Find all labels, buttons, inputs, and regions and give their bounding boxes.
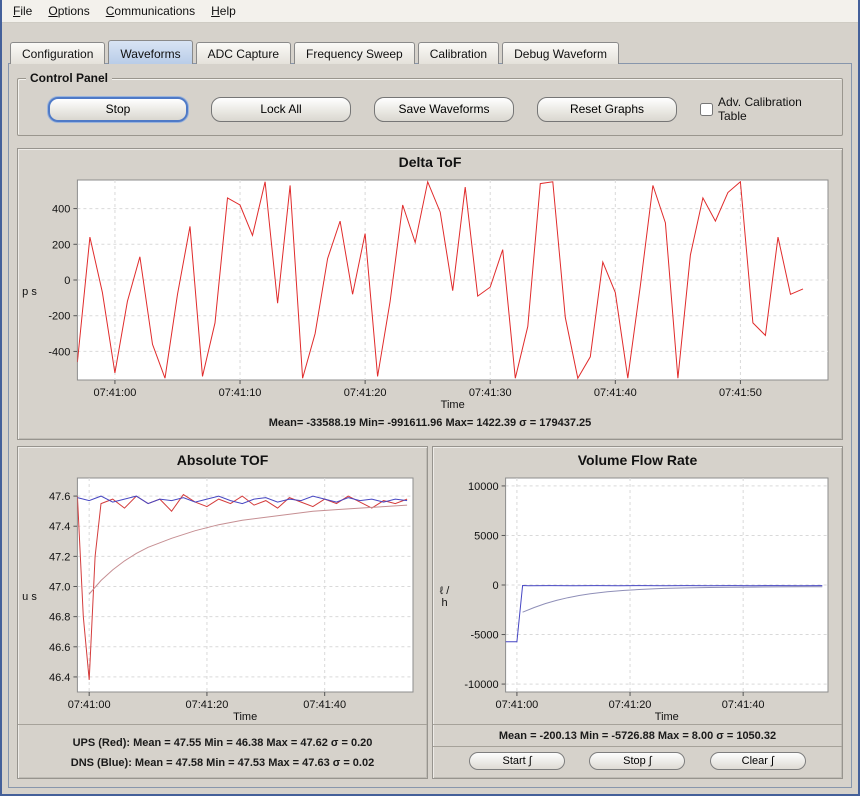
delta-tof-chart-row: p s 400 200 0 -200 -400 07:41:00 07:41:10 07:41… bbox=[18, 172, 842, 412]
volume-flow-rate-panel: Volume Flow Rate ℓ / h 10000 5000 0 -5000 -1… bbox=[432, 446, 843, 779]
integrator-stop-button[interactable]: Stop ∫ bbox=[589, 752, 685, 770]
delta-tof-panel: Delta ToF p s 400 200 0 -200 -400 07:41:00 07:… bbox=[17, 148, 843, 440]
svg-text:47.2: 47.2 bbox=[49, 551, 70, 563]
svg-text:46.8: 46.8 bbox=[49, 612, 70, 624]
app-window: File Options Communications Help Configu… bbox=[0, 0, 860, 796]
svg-text:Time: Time bbox=[441, 399, 465, 411]
svg-text:10000: 10000 bbox=[468, 481, 499, 493]
control-panel-title: Control Panel bbox=[26, 71, 112, 85]
svg-text:47.4: 47.4 bbox=[49, 521, 70, 533]
svg-text:47.0: 47.0 bbox=[49, 582, 70, 594]
absolute-tof-chart: 47.6 47.4 47.2 47.0 46.8 46.6 46.4 07:41:00 07:4… bbox=[37, 470, 423, 724]
absolute-tof-panel: Absolute TOF u s 47.6 47.4 47.2 47.0 46.8 46.… bbox=[17, 446, 428, 779]
control-panel-row: Stop Lock All Save Waveforms Reset Graph… bbox=[32, 95, 828, 123]
absolute-tof-chart-row: u s 47.6 47.4 47.2 47.0 46.8 46.6 46.4 07:41:00… bbox=[18, 470, 427, 724]
reset-graphs-button[interactable]: Reset Graphs bbox=[537, 97, 677, 122]
menu-options[interactable]: Options bbox=[40, 1, 97, 21]
svg-text:-5000: -5000 bbox=[470, 630, 498, 642]
tab-configuration[interactable]: Configuration bbox=[10, 42, 105, 64]
flow-stats: Mean = -200.13 Min = -5726.88 Max = 8.00… bbox=[433, 730, 842, 742]
stop-button[interactable]: Stop bbox=[48, 97, 188, 122]
svg-text:Time: Time bbox=[655, 711, 679, 723]
flow-stats-block: Mean = -200.13 Min = -5726.88 Max = 8.00… bbox=[433, 724, 842, 746]
menu-bar: File Options Communications Help bbox=[2, 0, 858, 23]
tab-waveforms[interactable]: Waveforms bbox=[108, 40, 192, 64]
svg-text:Time: Time bbox=[233, 711, 257, 723]
save-waveforms-button[interactable]: Save Waveforms bbox=[374, 97, 514, 122]
delta-tof-y-axis-label: p s bbox=[22, 172, 37, 412]
svg-text:0: 0 bbox=[492, 580, 498, 592]
svg-text:07:41:00: 07:41:00 bbox=[68, 699, 111, 711]
svg-text:07:41:20: 07:41:20 bbox=[344, 387, 387, 399]
svg-text:07:41:40: 07:41:40 bbox=[722, 699, 765, 711]
svg-text:07:41:40: 07:41:40 bbox=[594, 387, 637, 399]
svg-text:47.6: 47.6 bbox=[49, 491, 70, 503]
lock-all-button[interactable]: Lock All bbox=[211, 97, 351, 122]
absolute-tof-stats-block: UPS (Red): Mean = 47.55 Min = 46.38 Max … bbox=[18, 724, 427, 783]
svg-text:400: 400 bbox=[52, 204, 70, 216]
menu-file[interactable]: File bbox=[5, 1, 40, 21]
menu-communications[interactable]: Communications bbox=[98, 1, 203, 21]
svg-text:46.4: 46.4 bbox=[49, 672, 70, 684]
bottom-charts-row: Absolute TOF u s 47.6 47.4 47.2 47.0 46.8 46.… bbox=[17, 446, 843, 779]
delta-tof-chart: 400 200 0 -200 -400 07:41:00 07:41:10 07:41:20 0… bbox=[37, 172, 838, 412]
volume-flow-rate-chart: 10000 5000 0 -5000 -10000 07:41:00 07:41:20 07:… bbox=[452, 470, 838, 724]
tab-debug-waveform[interactable]: Debug Waveform bbox=[502, 42, 619, 64]
svg-text:07:41:50: 07:41:50 bbox=[719, 387, 762, 399]
integrator-clear-button[interactable]: Clear ∫ bbox=[710, 752, 806, 770]
svg-text:0: 0 bbox=[64, 275, 70, 287]
svg-text:07:41:00: 07:41:00 bbox=[495, 699, 538, 711]
absolute-tof-y-axis-label: u s bbox=[22, 470, 37, 724]
waveforms-tab-content: Control Panel Stop Lock All Save Wavefor… bbox=[8, 63, 852, 788]
svg-text:07:41:00: 07:41:00 bbox=[94, 387, 137, 399]
integrator-start-button[interactable]: Start ∫ bbox=[469, 752, 565, 770]
adv-calibration-checkbox[interactable] bbox=[700, 103, 713, 116]
volume-flow-rate-chart-title: Volume Flow Rate bbox=[433, 447, 842, 470]
svg-text:200: 200 bbox=[52, 239, 70, 251]
svg-text:07:41:40: 07:41:40 bbox=[303, 699, 346, 711]
tab-adc-capture[interactable]: ADC Capture bbox=[196, 42, 291, 64]
menu-help[interactable]: Help bbox=[203, 1, 244, 21]
delta-tof-stats: Mean= -33588.19 Min= -991611.96 Max= 142… bbox=[18, 412, 842, 434]
volume-flow-rate-y-axis-label: ℓ / h bbox=[437, 470, 452, 724]
dns-stats: DNS (Blue): Mean = 47.58 Min = 47.53 Max… bbox=[18, 753, 427, 773]
tab-calibration[interactable]: Calibration bbox=[418, 42, 499, 64]
absolute-tof-chart-title: Absolute TOF bbox=[18, 447, 427, 470]
volume-flow-rate-chart-row: ℓ / h 10000 5000 0 -5000 -10000 07:41:00 07:41… bbox=[433, 470, 842, 724]
control-panel-group: Control Panel Stop Lock All Save Wavefor… bbox=[17, 78, 843, 136]
svg-text:5000: 5000 bbox=[474, 530, 498, 542]
integrator-buttons-row: Start ∫ Stop ∫ Clear ∫ bbox=[433, 746, 842, 779]
adv-calibration-checkbox-group: Adv. Calibration Table bbox=[700, 95, 812, 123]
svg-text:-200: -200 bbox=[48, 311, 70, 323]
svg-text:-400: -400 bbox=[48, 346, 70, 358]
svg-text:07:41:20: 07:41:20 bbox=[609, 699, 652, 711]
adv-calibration-checkbox-label: Adv. Calibration Table bbox=[718, 95, 812, 123]
svg-text:07:41:20: 07:41:20 bbox=[186, 699, 229, 711]
svg-text:46.6: 46.6 bbox=[49, 642, 70, 654]
tab-strip: Configuration Waveforms ADC Capture Freq… bbox=[2, 23, 858, 63]
svg-text:-10000: -10000 bbox=[464, 679, 498, 691]
ups-stats: UPS (Red): Mean = 47.55 Min = 46.38 Max … bbox=[18, 733, 427, 753]
svg-text:07:41:30: 07:41:30 bbox=[469, 387, 512, 399]
delta-tof-chart-title: Delta ToF bbox=[18, 149, 842, 172]
tab-frequency-sweep[interactable]: Frequency Sweep bbox=[294, 42, 415, 64]
svg-text:07:41:10: 07:41:10 bbox=[219, 387, 262, 399]
